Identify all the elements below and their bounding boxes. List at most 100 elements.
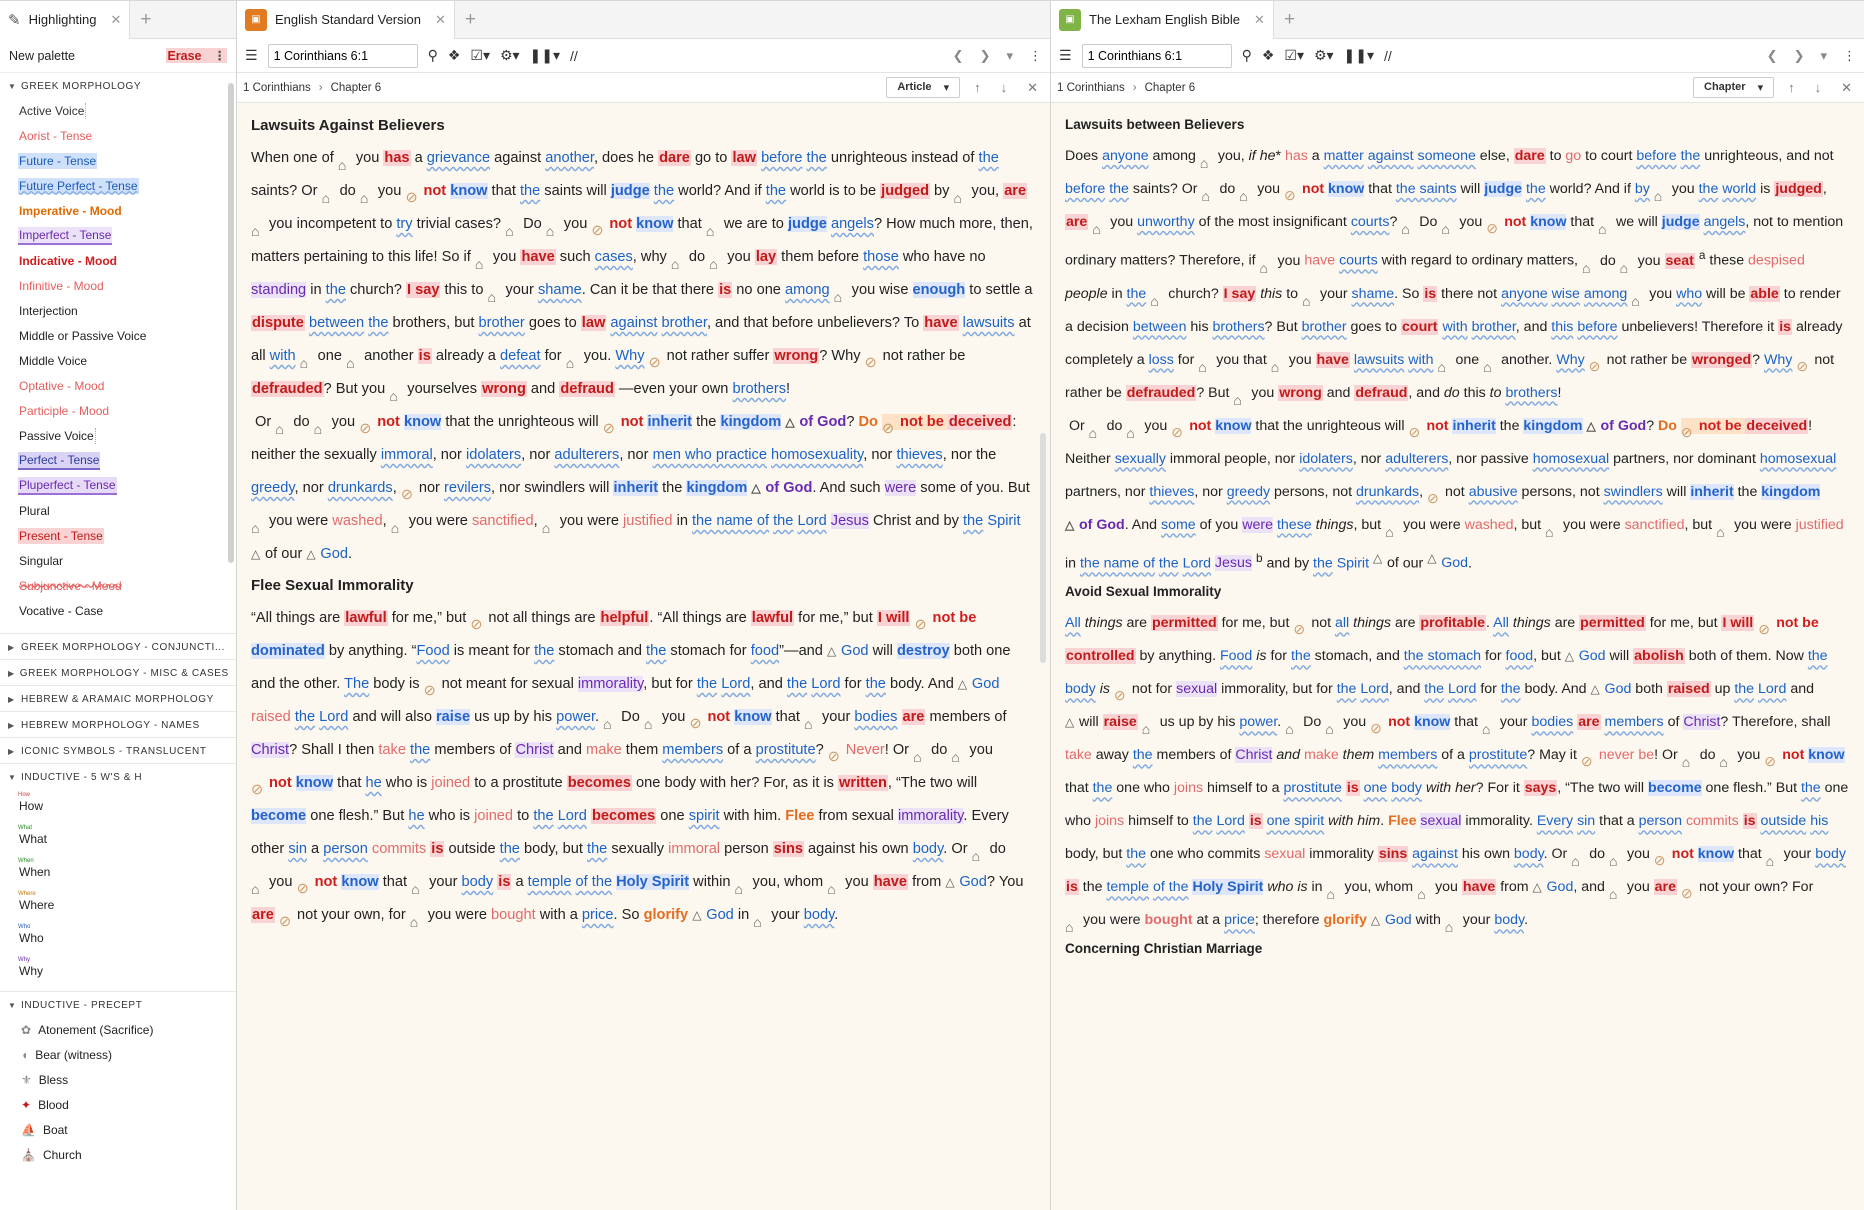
section-iconic-symbols[interactable]: ▶ ICONIC SYMBOLS - TRANSLUCENT (0, 737, 236, 763)
bible-text[interactable]: All things are permitted for me, but not… (1065, 607, 1850, 937)
menu-icon[interactable]: ☰ (245, 47, 258, 64)
section-greek-morphology[interactable]: ▼ GREEK MORPHOLOGY (0, 73, 236, 98)
style-what[interactable]: What What (0, 822, 236, 855)
erase-button[interactable]: Erase (167, 49, 201, 63)
style-perfect-tense[interactable]: Perfect - Tense (0, 448, 236, 473)
search-icon[interactable]: ⚲ (428, 47, 438, 64)
back-icon[interactable]: ❮ (953, 48, 964, 64)
view-mode-dropdown[interactable]: Article ▾ (886, 77, 961, 98)
style-church[interactable]: ⛪ Church (0, 1142, 236, 1167)
section-inductive-precept[interactable]: ▼ INDUCTIVE - PRECEPT (0, 991, 236, 1017)
style-why[interactable]: Why Why (0, 954, 236, 987)
highlight-list-scrollbar[interactable] (228, 83, 234, 563)
style-where[interactable]: Where Where (0, 888, 236, 921)
style-singular[interactable]: Singular (0, 548, 236, 573)
style-subjunctive-mood[interactable]: Subjunctive - Mood (0, 573, 236, 598)
bible-text[interactable]: “All things are lawful for me,” but not … (251, 602, 1036, 932)
close-icon[interactable]: ✕ (1254, 12, 1265, 28)
style-who[interactable]: Who Who (0, 921, 236, 954)
close-icon[interactable]: ✕ (435, 12, 446, 28)
style-blood[interactable]: ✦ Blood (0, 1092, 236, 1117)
search-icon[interactable]: ⚲ (1242, 47, 1252, 64)
esv-text[interactable]: Lawsuits Against Believers When one of y… (237, 103, 1050, 1210)
menu-icon[interactable]: ☰ (1059, 47, 1072, 64)
add-tab-button[interactable]: + (1274, 10, 1305, 29)
prev-section-icon[interactable]: ↑ (974, 80, 981, 95)
style-infinitive-mood[interactable]: Infinitive - Mood (0, 273, 236, 298)
style-future-tense[interactable]: Future - Tense (0, 148, 236, 173)
more-options-icon[interactable]: ⋮ (214, 48, 227, 63)
style-aorist-tense[interactable]: Aorist - Tense (0, 123, 236, 148)
lexham-tab[interactable]: ▣ The Lexham English Bible ✕ (1051, 0, 1274, 39)
style-future-perfect-tense[interactable]: Future Perfect - Tense (0, 173, 236, 198)
add-tab-button[interactable]: + (130, 10, 161, 29)
style-vocative-case[interactable]: Vocative - Case (0, 598, 236, 623)
more-options-icon[interactable]: ⋮ (1843, 48, 1856, 64)
more-options-icon[interactable]: ⋮ (1029, 48, 1042, 64)
layout-icon[interactable]: ❚❚▾ (1344, 47, 1375, 64)
breadcrumb-book[interactable]: 1 Corinthians (1057, 82, 1125, 94)
bible-text[interactable]: Does anyone among you, if he* has a matt… (1065, 140, 1850, 580)
highlight-toggle-icon[interactable]: ⚙▾ (1314, 47, 1334, 64)
history-dropdown-icon[interactable]: ▾ (1006, 48, 1013, 64)
style-middle-voice[interactable]: Middle Voice (0, 348, 236, 373)
parallel-icon[interactable]: // (570, 48, 578, 64)
style-tag: Who (18, 924, 31, 930)
breadcrumb-chapter[interactable]: Chapter 6 (331, 82, 382, 94)
forward-icon[interactable]: ❯ (980, 48, 991, 64)
style-pluperfect-tense[interactable]: Pluperfect - Tense (0, 473, 236, 498)
style-active-voice[interactable]: Active Voice (0, 98, 236, 123)
close-icon[interactable]: ✕ (111, 12, 122, 28)
view-mode-dropdown[interactable]: Chapter ▾ (1693, 77, 1775, 98)
parallel-icon[interactable]: // (1384, 48, 1392, 64)
style-label: Imperative - Mood (19, 203, 122, 218)
style-bear-witness[interactable]: ◖ Bear (witness) (0, 1042, 236, 1067)
forward-icon[interactable]: ❯ (1794, 48, 1805, 64)
next-section-icon[interactable]: ↓ (1001, 80, 1008, 95)
checkbox-filter-icon[interactable]: ☑▾ (470, 47, 490, 64)
style-bless[interactable]: ⚜ Bless (0, 1067, 236, 1092)
style-when[interactable]: When When (0, 855, 236, 888)
close-icon[interactable]: ✕ (1027, 80, 1038, 96)
prev-section-icon[interactable]: ↑ (1788, 80, 1795, 95)
visual-filter-icon[interactable]: ❖ (448, 47, 461, 64)
style-atonement[interactable]: ✿ Atonement (Sacrifice) (0, 1017, 236, 1042)
breadcrumb-book[interactable]: 1 Corinthians (243, 82, 311, 94)
esv-tab[interactable]: ▣ English Standard Version ✕ (237, 0, 455, 39)
visual-filter-icon[interactable]: ❖ (1262, 47, 1275, 64)
style-interjection[interactable]: Interjection (0, 298, 236, 323)
highlight-toggle-icon[interactable]: ⚙▾ (500, 47, 520, 64)
style-middle-or-passive-voice[interactable]: Middle or Passive Voice (0, 323, 236, 348)
next-section-icon[interactable]: ↓ (1815, 80, 1822, 95)
style-present-tense[interactable]: Present - Tense (0, 523, 236, 548)
style-how[interactable]: How How (0, 789, 236, 822)
style-participle-mood[interactable]: Participle - Mood (0, 398, 236, 423)
esv-tab-label: English Standard Version (275, 12, 421, 27)
history-dropdown-icon[interactable]: ▾ (1820, 48, 1827, 64)
lexham-text[interactable]: Lawsuits between Believers Does anyone a… (1051, 103, 1864, 1210)
style-imperative-mood[interactable]: Imperative - Mood (0, 198, 236, 223)
style-boat[interactable]: ⛵ Boat (0, 1117, 236, 1142)
back-icon[interactable]: ❮ (1767, 48, 1778, 64)
style-imperfect-tense[interactable]: Imperfect - Tense (0, 223, 236, 248)
close-icon[interactable]: ✕ (1841, 80, 1852, 96)
style-indicative-mood[interactable]: Indicative - Mood (0, 248, 236, 273)
breadcrumb-chapter[interactable]: Chapter 6 (1145, 82, 1196, 94)
style-optative-mood[interactable]: Optative - Mood (0, 373, 236, 398)
section-hebrew-names[interactable]: ▶ HEBREW MORPHOLOGY - NAMES (0, 711, 236, 737)
section-hebrew-aramaic[interactable]: ▶ HEBREW & ARAMAIC MORPHOLOGY (0, 685, 236, 711)
style-passive-voice[interactable]: Passive Voice (0, 423, 236, 448)
style-plural[interactable]: Plural (0, 498, 236, 523)
reference-input[interactable] (1081, 43, 1232, 68)
highlighting-tab[interactable]: ✎ Highlighting ✕ (0, 0, 131, 39)
section-greek-conjunctions[interactable]: ▶ GREEK MORPHOLOGY - CONJUNCTI... (0, 633, 236, 659)
reference-input[interactable] (267, 43, 418, 68)
checkbox-filter-icon[interactable]: ☑▾ (1284, 47, 1304, 64)
esv-scrollbar[interactable] (1040, 433, 1046, 663)
add-tab-button[interactable]: + (455, 10, 486, 29)
bible-text[interactable]: When one of you has a grievance against … (251, 142, 1036, 571)
section-greek-misc[interactable]: ▶ GREEK MORPHOLOGY - MISC & CASES (0, 659, 236, 685)
new-palette-button[interactable]: New palette (9, 49, 75, 63)
section-inductive-5ws[interactable]: ▼ INDUCTIVE - 5 W'S & H (0, 763, 236, 789)
layout-icon[interactable]: ❚❚▾ (530, 47, 561, 64)
